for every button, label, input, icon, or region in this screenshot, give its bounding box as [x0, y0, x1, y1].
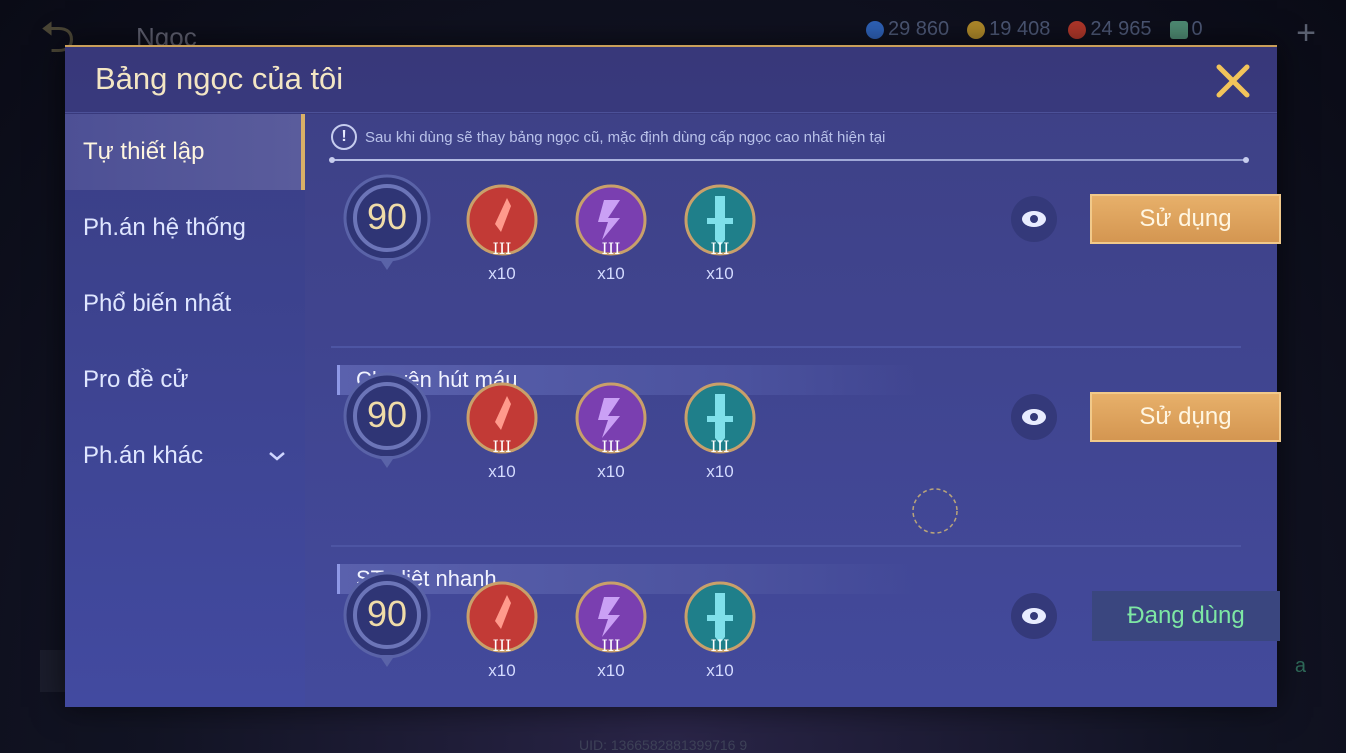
sidebar-item-label: Pro đề cử [83, 366, 189, 393]
tier-label: III [493, 437, 512, 456]
sidebar-item-label: Phổ biến nhất [83, 290, 232, 317]
sidebar-item-label: Ph.án hệ thống [83, 214, 246, 241]
rune-sets-list[interactable]: ! Sau khi dùng sẽ thay bảng ngọc cũ, mặc… [305, 114, 1281, 707]
red-gem-icon [1068, 20, 1087, 39]
notice: ! Sau khi dùng sẽ thay bảng ngọc cũ, mặc… [331, 124, 885, 150]
preview-button[interactable] [1011, 394, 1057, 440]
sidebar: Tự thiết lập Ph.án hệ thống Phổ biến nhấ… [65, 114, 305, 707]
rune-set-row: 90 III x10 III x10 [335, 571, 1280, 681]
eye-icon [1022, 211, 1046, 227]
red-rune-icon: III [466, 382, 538, 456]
rune-set-row: 90 III x10 III x10 [335, 372, 1281, 482]
red-rune[interactable]: III x10 [465, 382, 539, 482]
sidebar-item-label: Tự thiết lập [83, 138, 205, 165]
purple-rune-icon: III [575, 581, 647, 655]
tier-label: III [493, 239, 512, 258]
gold-coin-icon [967, 20, 986, 39]
red-rune[interactable]: III x10 [465, 184, 539, 284]
info-icon: ! [331, 124, 357, 150]
level-value: 90 [366, 593, 408, 634]
notice-text: Sau khi dùng sẽ thay bảng ngọc cũ, mặc đ… [365, 128, 886, 146]
currency-value: 0 [1191, 18, 1203, 40]
currency-red: 24 965 [1068, 18, 1152, 41]
currency-bar: 29 860 19 408 24 965 0 [866, 18, 1203, 41]
divider [331, 346, 1241, 348]
divider [329, 157, 1249, 163]
ticket-icon [1169, 20, 1188, 39]
rune-page-modal: Bảng ngọc của tôi Tự thiết lập Ph.án hệ … [65, 45, 1281, 707]
rune-count: x10 [706, 264, 734, 283]
teal-rune[interactable]: III x10 [683, 581, 757, 681]
purple-rune[interactable]: III x10 [574, 581, 648, 681]
level-value: 90 [366, 196, 408, 237]
red-rune-icon: III [466, 184, 538, 258]
rune-count: x10 [597, 661, 625, 680]
currency-value: 29 860 [888, 18, 950, 40]
rune-count: x10 [706, 661, 734, 680]
sidebar-item-pro[interactable]: Pro đề cử [65, 342, 305, 418]
sidebar-item-other[interactable]: Ph.án khác [65, 418, 305, 494]
use-button[interactable]: Sử dụng [1090, 194, 1281, 244]
sidebar-item-label: Ph.án khác [83, 442, 204, 469]
red-rune[interactable]: III x10 [465, 581, 539, 681]
sidebar-item-popular[interactable]: Phổ biến nhất [65, 266, 305, 342]
tier-label: III [711, 437, 730, 456]
red-rune-icon: III [466, 581, 538, 655]
rune-count: x10 [597, 462, 625, 481]
level-badge: 90 [341, 372, 433, 468]
sidebar-item-system[interactable]: Ph.án hệ thống [65, 190, 305, 266]
rune-count: x10 [488, 264, 516, 283]
chevron-down-icon [269, 452, 285, 461]
divider [331, 545, 1241, 547]
modal-header: Bảng ngọc của tôi [65, 47, 1277, 113]
rune-count: x10 [488, 661, 516, 680]
tier-label: III [711, 239, 730, 258]
tier-label: III [493, 636, 512, 655]
blue-coin-icon [866, 20, 884, 39]
preview-button[interactable] [1011, 196, 1057, 242]
tier-label: III [602, 636, 621, 655]
use-button[interactable]: Sử dụng [1090, 392, 1281, 442]
eye-icon [1022, 409, 1046, 425]
level-badge: 90 [341, 571, 433, 667]
purple-rune-icon: III [575, 184, 647, 258]
rune-count: x10 [597, 264, 625, 283]
tier-label: III [602, 239, 621, 258]
currency-ticket: 0 [1169, 18, 1203, 41]
preview-button[interactable] [1011, 593, 1057, 639]
close-button[interactable] [1213, 61, 1253, 101]
tier-label: III [602, 437, 621, 456]
teal-rune-icon: III [684, 184, 756, 258]
loading-spinner-icon [912, 488, 958, 534]
teal-rune[interactable]: III x10 [683, 382, 757, 482]
teal-rune-icon: III [684, 581, 756, 655]
currency-blue: 29 860 [866, 18, 949, 41]
tier-label: III [711, 636, 730, 655]
level-value: 90 [366, 394, 408, 435]
rune-count: x10 [706, 462, 734, 481]
eye-icon [1022, 608, 1046, 624]
background-hint: a [1294, 655, 1306, 677]
currency-value: 24 965 [1090, 18, 1152, 40]
user-id: UID: 1366582881399716 9 [579, 737, 748, 753]
currency-value: 19 408 [989, 18, 1051, 40]
teal-rune[interactable]: III x10 [683, 184, 757, 284]
purple-rune[interactable]: III x10 [574, 382, 648, 482]
close-icon [1216, 64, 1250, 98]
teal-rune-icon: III [684, 382, 756, 456]
modal-title: Bảng ngọc của tôi [95, 61, 344, 96]
rune-set-row: 90 III x10 III x10 [335, 174, 1281, 284]
purple-rune[interactable]: III x10 [574, 184, 648, 284]
add-currency-button[interactable]: + [1296, 14, 1316, 53]
level-badge: 90 [341, 174, 433, 270]
purple-rune-icon: III [575, 382, 647, 456]
rune-count: x10 [488, 462, 516, 481]
currency-gold: 19 408 [967, 18, 1050, 41]
in-use-button[interactable]: Đang dùng [1092, 591, 1280, 641]
sidebar-item-custom[interactable]: Tự thiết lập [65, 114, 305, 190]
